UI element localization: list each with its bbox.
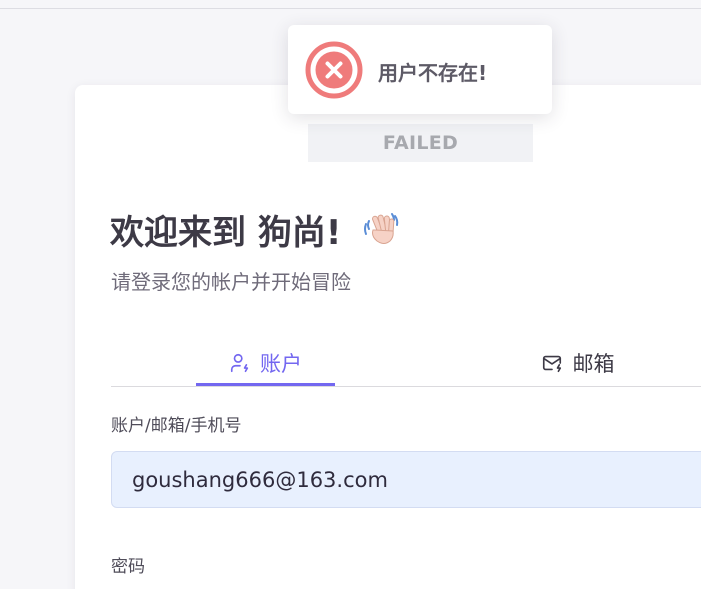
- status-badge: FAILED: [308, 124, 533, 162]
- mail-icon: [542, 355, 561, 373]
- tab-email[interactable]: 邮箱: [507, 340, 647, 386]
- tab-account-label: 账户: [260, 352, 302, 376]
- waving-hand-icon: [364, 213, 399, 244]
- welcome-subtitle: 请登录您的帐户并开始冒险: [111, 270, 351, 294]
- tab-email-label: 邮箱: [572, 352, 615, 376]
- user-icon: [230, 353, 249, 373]
- tab-account[interactable]: 账户: [196, 340, 335, 386]
- top-divider: [0, 8, 701, 9]
- toast-message: 用户不存在!: [378, 61, 488, 85]
- x-circle-icon: [305, 41, 363, 99]
- login-page: FAILED 用户不存在! 欢迎来到 狗尚! 请登录您的帐户并开始冒险 账户 邮…: [0, 0, 701, 589]
- account-field-label: 账户/邮箱/手机号: [111, 416, 242, 436]
- tabs-divider: [111, 386, 701, 387]
- error-toast: 用户不存在!: [288, 25, 552, 114]
- password-field-label: 密码: [111, 557, 145, 577]
- welcome-title: 欢迎来到 狗尚!: [110, 213, 342, 253]
- account-input[interactable]: [111, 451, 701, 508]
